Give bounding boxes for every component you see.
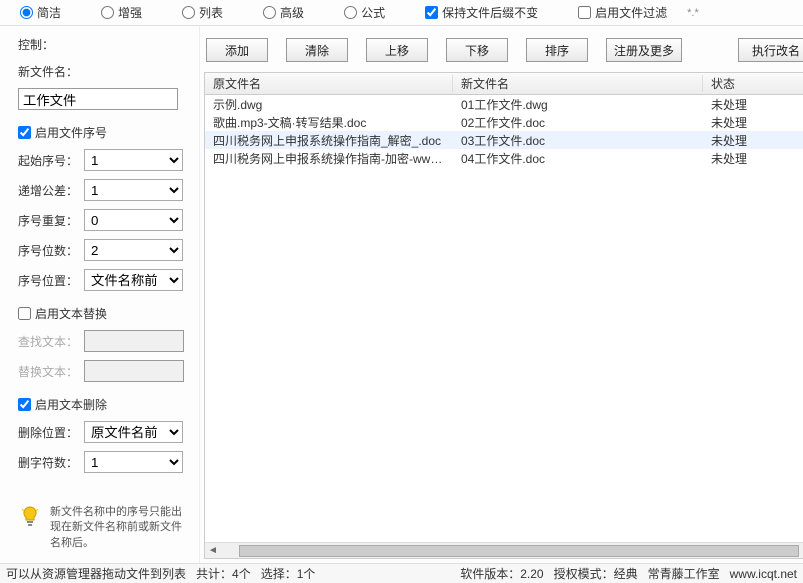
start-seq-combo[interactable]: 1: [84, 149, 183, 171]
cell-orig: 四川税务网上申报系统操作指南-加密-www...: [205, 150, 453, 167]
control-label: 控制：: [18, 36, 183, 53]
repeat-combo[interactable]: 0: [84, 209, 183, 231]
h-scrollbar[interactable]: ◄ ►: [205, 542, 803, 558]
more-button[interactable]: 注册及更多: [606, 38, 682, 62]
del-chars-combo[interactable]: 1: [84, 451, 183, 473]
cell-orig: 四川税务网上申报系统操作指南_解密_.doc: [205, 132, 453, 149]
del-pos-label: 删除位置：: [18, 424, 78, 441]
del-chars-label: 删字符数：: [18, 454, 78, 471]
license-text: 授权模式：经典: [554, 565, 638, 582]
table-row[interactable]: 歌曲.mp3-文稿·转写结果.doc02工作文件.doc未处理: [205, 113, 803, 131]
new-name-label: 新文件名：: [18, 63, 183, 80]
replace-input: [84, 360, 184, 382]
right-panel: 添加 清除 上移 下移 排序 注册及更多 执行改名 原文件名 新文件名 状态 示…: [200, 26, 803, 563]
cell-new: 03工作文件.doc: [453, 132, 703, 149]
add-button[interactable]: 添加: [206, 38, 268, 62]
enable-delete-checkbox[interactable]: 启用文本删除: [18, 396, 183, 413]
down-button[interactable]: 下移: [446, 38, 508, 62]
repeat-label: 序号重复：: [18, 212, 78, 229]
new-name-input[interactable]: [18, 88, 178, 110]
total-count-text: 共计：4个: [196, 565, 251, 582]
enable-filter-checkbox[interactable]: 启用文件过滤: [578, 4, 667, 21]
table-row[interactable]: 四川税务网上申报系统操作指南-加密-www...04工作文件.doc未处理: [205, 149, 803, 167]
col-orig-header[interactable]: 原文件名: [205, 75, 453, 92]
digits-label: 序号位数：: [18, 242, 78, 259]
scroll-left-arrow[interactable]: ◄: [205, 544, 221, 558]
col-status-header[interactable]: 状态: [703, 75, 803, 92]
cell-status: 未处理: [703, 132, 803, 149]
hint-text: 新文件名称中的序号只能出现在新文件名称前或新文件名称后。: [50, 505, 183, 551]
clear-button[interactable]: 清除: [286, 38, 348, 62]
step-label: 递增公差：: [18, 182, 78, 199]
bulb-icon: [18, 505, 42, 529]
status-bar: 可以从资源管理器拖动文件到列表 共计：4个 选择：1个 软件版本：2.20 授权…: [0, 563, 803, 583]
mode-enhanced-radio[interactable]: 增强: [101, 4, 142, 21]
table-body[interactable]: 示例.dwg01工作文件.dwg未处理歌曲.mp3-文稿·转写结果.doc02工…: [205, 95, 803, 542]
pos-combo[interactable]: 文件名称前: [84, 269, 183, 291]
table-header: 原文件名 新文件名 状态: [205, 73, 803, 95]
mode-formula-radio[interactable]: 公式: [344, 4, 385, 21]
table-row[interactable]: 示例.dwg01工作文件.dwg未处理: [205, 95, 803, 113]
version-text: 软件版本：2.20: [460, 565, 543, 582]
digits-combo[interactable]: 2: [84, 239, 183, 261]
exec-button[interactable]: 执行改名: [738, 38, 803, 62]
enable-replace-checkbox[interactable]: 启用文本替换: [18, 305, 183, 322]
mode-list-radio[interactable]: 列表: [182, 4, 223, 21]
hint-box: 新文件名称中的序号只能出现在新文件名称前或新文件名称后。: [18, 501, 183, 555]
cell-new: 01工作文件.dwg: [453, 96, 703, 113]
cell-status: 未处理: [703, 150, 803, 167]
del-pos-combo[interactable]: 原文件名前: [84, 421, 183, 443]
file-table: 原文件名 新文件名 状态 示例.dwg01工作文件.dwg未处理歌曲.mp3-文…: [204, 72, 803, 559]
cell-orig: 歌曲.mp3-文稿·转写结果.doc: [205, 114, 453, 131]
cell-new: 02工作文件.doc: [453, 114, 703, 131]
start-seq-label: 起始序号：: [18, 152, 78, 169]
toolbar: 添加 清除 上移 下移 排序 注册及更多 执行改名: [204, 34, 803, 72]
cell-status: 未处理: [703, 96, 803, 113]
mode-radio-group: 简洁 增强 列表 高级 公式: [20, 4, 385, 21]
col-new-header[interactable]: 新文件名: [453, 75, 703, 92]
filter-pattern-text: *.*: [687, 7, 699, 19]
drag-hint-text: 可以从资源管理器拖动文件到列表: [6, 565, 186, 582]
left-panel: 控制： 新文件名： 启用文件序号 起始序号： 1 递增公差： 1 序号重复： 0 序号…: [0, 26, 200, 563]
enable-seq-checkbox[interactable]: 启用文件序号: [18, 124, 183, 141]
cell-status: 未处理: [703, 114, 803, 131]
url-text: www.icqt.net: [730, 567, 797, 581]
mode-simple-radio[interactable]: 简洁: [20, 4, 61, 21]
keep-ext-checkbox[interactable]: 保持文件后缀不变: [425, 4, 538, 21]
scroll-right-arrow[interactable]: ►: [799, 544, 803, 558]
sort-button[interactable]: 排序: [526, 38, 588, 62]
find-input: [84, 330, 184, 352]
scroll-thumb[interactable]: [239, 545, 799, 557]
cell-new: 04工作文件.doc: [453, 150, 703, 167]
table-row[interactable]: 四川税务网上申报系统操作指南_解密_.doc03工作文件.doc未处理: [205, 131, 803, 149]
find-label: 查找文本：: [18, 333, 78, 350]
mode-advanced-radio[interactable]: 高级: [263, 4, 304, 21]
mode-tabs-bar: 简洁 增强 列表 高级 公式 保持文件后缀不变 启用文件过滤 *.*: [0, 0, 803, 26]
studio-text: 常青藤工作室: [648, 565, 720, 582]
replace-label: 替换文本：: [18, 363, 78, 380]
pos-label: 序号位置：: [18, 272, 78, 289]
select-count-text: 选择：1个: [261, 565, 316, 582]
step-combo[interactable]: 1: [84, 179, 183, 201]
up-button[interactable]: 上移: [366, 38, 428, 62]
cell-orig: 示例.dwg: [205, 96, 453, 113]
